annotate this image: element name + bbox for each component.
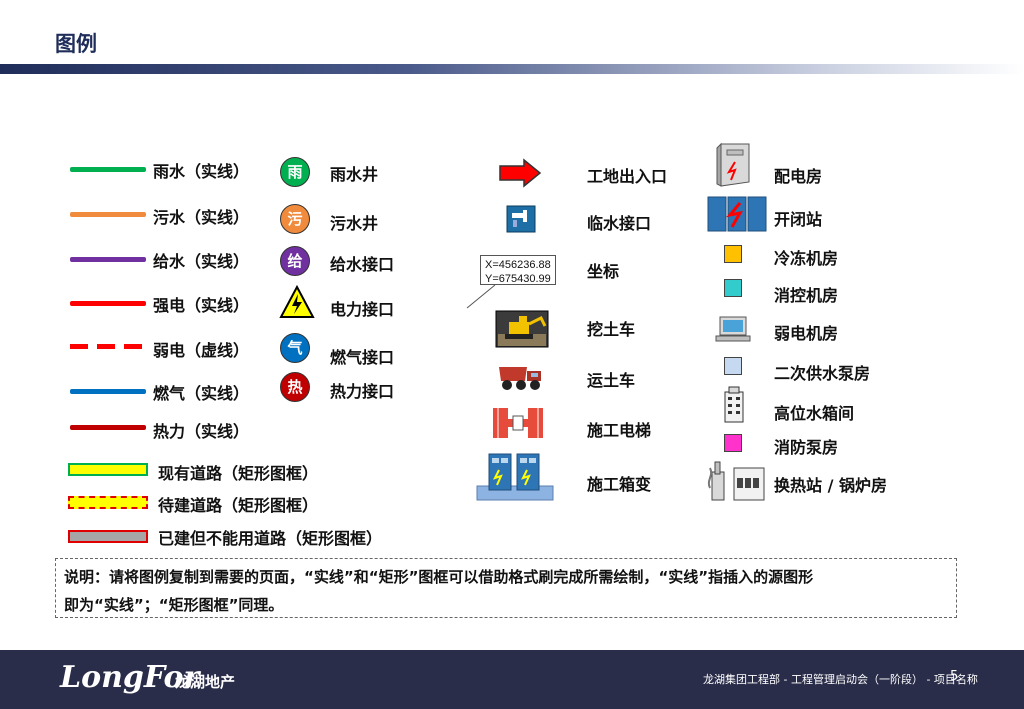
room-label: 消控机房 — [774, 286, 839, 305]
building-icon — [723, 386, 745, 428]
power-connection-icon — [279, 284, 315, 323]
symbol-label: 电力接口 — [330, 300, 395, 319]
power-line — [70, 301, 146, 306]
water-supply-line — [70, 257, 146, 262]
switchgear-icon — [706, 195, 768, 237]
road-label: 已建但不能用道路（矩形图框） — [158, 529, 383, 548]
chiller-room-swatch — [724, 245, 742, 263]
company-logo-cn: 龙湖地产 — [175, 673, 236, 691]
gas-connection-icon: 气 — [280, 333, 310, 363]
heat-line — [70, 425, 146, 430]
heat-connection-icon: 热 — [280, 372, 310, 402]
line-label: 污水（实线） — [153, 208, 250, 227]
symbol-label: 燃气接口 — [330, 348, 395, 367]
footer-text: 龙湖集团工程部 - 工程管理启动会（一阶段） - 项目名称 — [703, 673, 978, 686]
elevator-icon — [492, 406, 544, 444]
computer-icon — [714, 315, 752, 347]
water-connection-icon: 给 — [280, 246, 310, 276]
cabinet-icon — [715, 142, 751, 192]
page-title: 图例 — [55, 32, 97, 56]
room-label: 冷冻机房 — [774, 249, 839, 268]
note-line-1: 说明：请将图例复制到需要的页面，“实线”和“矩形”图框可以借助格式刷完成所需绘制… — [64, 568, 814, 586]
road-label: 待建道路（矩形图框） — [158, 496, 319, 515]
pump-room-swatch — [724, 357, 742, 375]
site-label: 施工箱变 — [587, 475, 652, 494]
line-label: 给水（实线） — [153, 252, 250, 271]
line-label: 强电（实线） — [153, 296, 250, 315]
fire-pump-room-swatch — [724, 434, 742, 452]
symbol-label: 污水井 — [330, 214, 379, 233]
fire-control-room-swatch — [724, 279, 742, 297]
boiler-icon — [706, 458, 766, 506]
room-label: 消防泵房 — [774, 438, 839, 457]
site-label: 挖土车 — [587, 320, 636, 339]
room-label: 配电房 — [774, 167, 823, 186]
room-label: 二次供水泵房 — [774, 364, 871, 383]
symbol-label: 热力接口 — [330, 382, 395, 401]
symbol-label: 雨水井 — [330, 165, 379, 184]
sewage-well-icon: 污 — [280, 204, 310, 234]
unusable-road-rect — [68, 530, 148, 543]
existing-road-rect — [68, 463, 148, 476]
gas-line — [70, 389, 146, 394]
rain-well-icon: 雨 — [280, 157, 310, 187]
line-label: 燃气（实线） — [153, 384, 250, 403]
callout-pointer-icon — [466, 284, 496, 309]
rain-line — [70, 167, 146, 172]
symbol-label: 给水接口 — [330, 255, 395, 274]
site-label: 运土车 — [587, 371, 636, 390]
coordinate-callout: X=456236.88 Y=675430.99 — [480, 255, 556, 285]
weak-current-line — [70, 344, 148, 349]
planned-road-rect — [68, 496, 148, 509]
room-label: 换热站 / 锅炉房 — [774, 476, 887, 495]
room-label: 高位水箱间 — [774, 404, 855, 423]
arrow-icon — [498, 158, 542, 192]
excavator-icon — [495, 310, 549, 352]
faucet-icon — [506, 205, 536, 237]
site-label: 临水接口 — [587, 214, 652, 233]
site-label: 施工电梯 — [587, 421, 652, 440]
transformer-icon — [475, 452, 555, 506]
site-label: 工地出入口 — [587, 167, 668, 186]
room-label: 开闭站 — [774, 210, 823, 229]
note-box: 说明：请将图例复制到需要的页面，“实线”和“矩形”图框可以借助格式刷完成所需绘制… — [55, 558, 957, 618]
road-label: 现有道路（矩形图框） — [158, 464, 319, 483]
line-label: 弱电（虚线） — [153, 341, 250, 360]
line-label: 热力（实线） — [153, 422, 250, 441]
dump-truck-icon — [497, 361, 545, 397]
note-line-2: 即为“实线”；“矩形图框”同理。 — [64, 596, 284, 614]
sewage-line — [70, 212, 146, 217]
line-label: 雨水（实线） — [153, 162, 250, 181]
site-label: 坐标 — [587, 262, 620, 281]
coord-x: X=456236.88 — [485, 259, 551, 271]
room-label: 弱电机房 — [774, 324, 839, 343]
title-bar — [0, 64, 1024, 74]
page-number: 5 — [950, 669, 959, 684]
